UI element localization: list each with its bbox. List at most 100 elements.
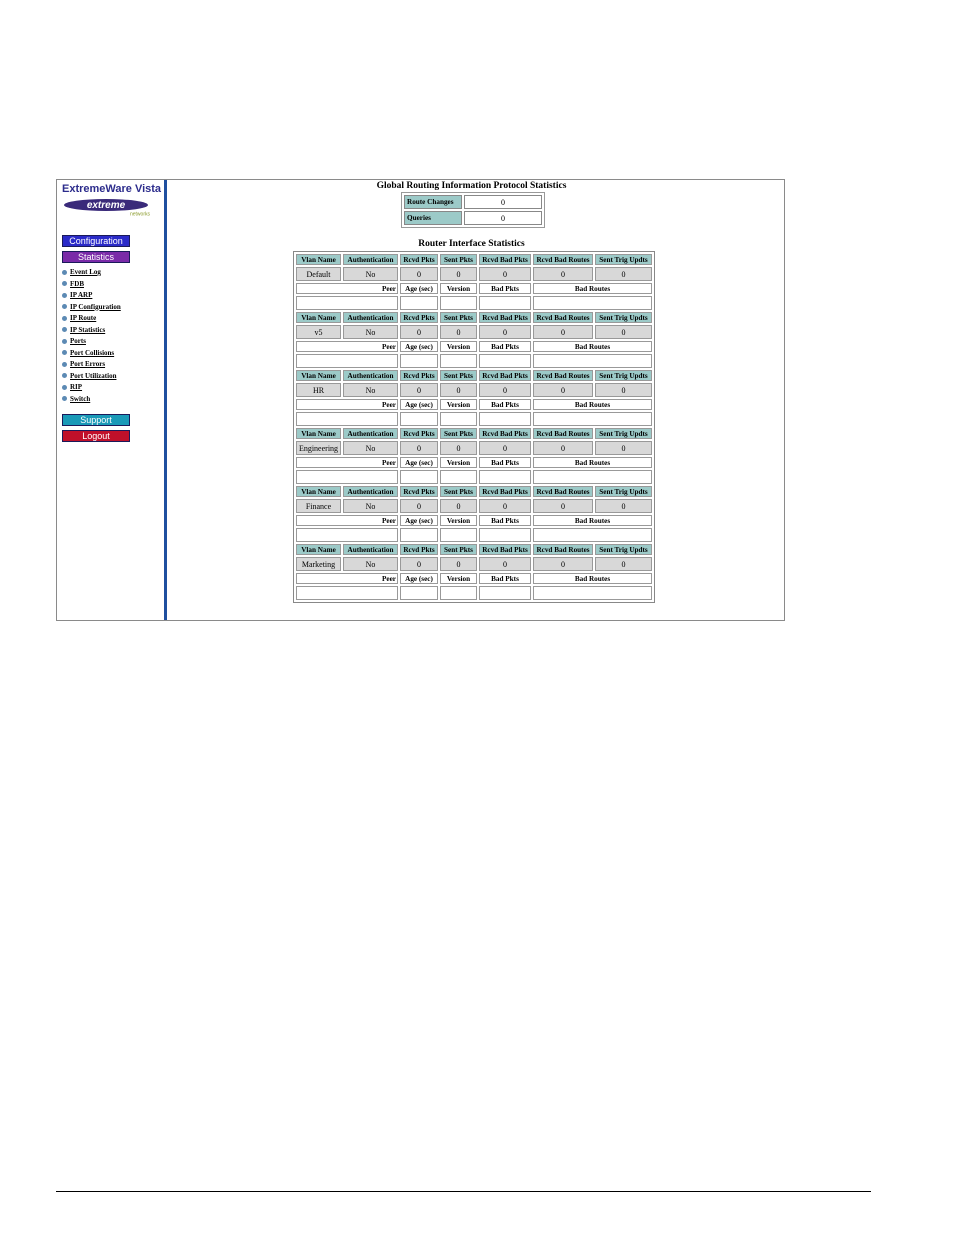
- logout-button[interactable]: Logout: [62, 430, 130, 442]
- peer-cell: [400, 354, 438, 368]
- nav-item-port-utilization[interactable]: Port Utilization: [62, 371, 121, 383]
- header-sent-trig-updts: Sent Trig Updts: [595, 254, 652, 265]
- peer-version-header: Version: [440, 341, 477, 352]
- nav-link[interactable]: Switch: [70, 395, 90, 403]
- bullet-icon: [62, 338, 67, 344]
- cell-trig: 0: [595, 267, 652, 281]
- nav-item-ip-route[interactable]: IP Route: [62, 313, 121, 325]
- nav-link[interactable]: IP Configuration: [70, 303, 121, 311]
- peer-cell: [440, 412, 477, 426]
- peer-cell: [296, 528, 398, 542]
- nav-item-fdb[interactable]: FDB: [62, 279, 121, 291]
- nav-item-ip-statistics[interactable]: IP Statistics: [62, 325, 121, 337]
- cell-rcvd: 0: [400, 267, 438, 281]
- peer-cell: [296, 412, 398, 426]
- bullet-icon: [62, 304, 67, 310]
- nav-link[interactable]: IP Route: [70, 314, 96, 322]
- peer-row: [296, 354, 652, 368]
- header-rcvd-bad-pkts: Rcvd Bad Pkts: [479, 370, 531, 381]
- cell-sent: 0: [440, 499, 477, 513]
- route-changes-label: Route Changes: [404, 195, 462, 209]
- cell-rcvd: 0: [400, 383, 438, 397]
- peer-cell: [479, 412, 531, 426]
- extreme-networks-logo: extreme networks: [64, 199, 150, 217]
- peer-bad-pkts-header: Bad Pkts: [479, 283, 531, 294]
- column-header-row: Vlan Name Authentication Rcvd Pkts Sent Pkt…: [296, 370, 652, 381]
- nav-link[interactable]: IP ARP: [70, 291, 92, 299]
- peer-cell: [400, 296, 438, 310]
- nav-link[interactable]: Port Errors: [70, 360, 105, 368]
- svg-text:extreme: extreme: [87, 200, 126, 211]
- peer-row: [296, 412, 652, 426]
- nav-item-ports[interactable]: Ports: [62, 336, 121, 348]
- nav-item-switch[interactable]: Switch: [62, 394, 121, 406]
- peer-bad-routes-header: Bad Routes: [533, 341, 652, 352]
- peer-cell: [440, 296, 477, 310]
- peer-cell: [440, 354, 477, 368]
- cell-bad-pkts: 0: [479, 499, 531, 513]
- nav-link[interactable]: FDB: [70, 280, 84, 288]
- peer-cell: [479, 470, 531, 484]
- cell-auth: No: [343, 499, 398, 513]
- peer-cell: [479, 528, 531, 542]
- peer-version-header: Version: [440, 457, 477, 468]
- peer-cell: [479, 586, 531, 600]
- column-header-row: Vlan Name Authentication Rcvd Pkts Sent Pkt…: [296, 312, 652, 323]
- header-sent-pkts: Sent Pkts: [440, 312, 477, 323]
- configuration-button[interactable]: Configuration: [62, 235, 130, 247]
- peer-age-header: Age (sec): [400, 283, 438, 294]
- header-rcvd-bad-routes: Rcvd Bad Routes: [533, 544, 593, 555]
- peer-age-header: Age (sec): [400, 573, 438, 584]
- peer-version-header: Version: [440, 573, 477, 584]
- peer-cell: [296, 586, 398, 600]
- support-button[interactable]: Support: [62, 414, 130, 426]
- nav-item-ip-arp[interactable]: IP ARP: [62, 290, 121, 302]
- cell-bad-pkts: 0: [479, 557, 531, 571]
- cell-sent: 0: [440, 267, 477, 281]
- cell-auth: No: [343, 325, 398, 339]
- nav-item-ip-configuration[interactable]: IP Configuration: [62, 302, 121, 314]
- cell-auth: No: [343, 441, 398, 455]
- nav-item-rip[interactable]: RIP: [62, 382, 121, 394]
- peer-age-header: Age (sec): [400, 341, 438, 352]
- peer-bad-pkts-header: Bad Pkts: [479, 515, 531, 526]
- peer-cell: [533, 412, 652, 426]
- bullet-icon: [62, 269, 67, 275]
- peer-header-row: Peer Age (sec) Version Bad Pkts Bad Routes: [296, 399, 652, 410]
- peer-bad-routes-header: Bad Routes: [533, 399, 652, 410]
- header-vlan-name: Vlan Name: [296, 254, 341, 265]
- nav-link[interactable]: IP Statistics: [70, 326, 105, 334]
- nav-link[interactable]: Port Utilization: [70, 372, 116, 380]
- cell-trig: 0: [595, 325, 652, 339]
- cell-trig: 0: [595, 499, 652, 513]
- nav-link[interactable]: Event Log: [70, 268, 101, 276]
- header-rcvd-bad-pkts: Rcvd Bad Pkts: [479, 312, 531, 323]
- peer-header: Peer: [296, 573, 398, 584]
- peer-bad-pkts-header: Bad Pkts: [479, 573, 531, 584]
- peer-header: Peer: [296, 341, 398, 352]
- bullet-icon: [62, 327, 67, 333]
- nav-link[interactable]: Ports: [70, 337, 86, 345]
- bullet-icon: [62, 350, 67, 356]
- nav-item-port-collisions[interactable]: Port Collisions: [62, 348, 121, 360]
- peer-cell: [400, 586, 438, 600]
- nav-link[interactable]: RIP: [70, 383, 82, 391]
- nav-item-event-log[interactable]: Event Log: [62, 267, 121, 279]
- header-authentication: Authentication: [343, 544, 398, 555]
- cell-trig: 0: [595, 441, 652, 455]
- cell-bad-pkts: 0: [479, 267, 531, 281]
- brand-title: ExtremeWare Vista: [62, 183, 162, 195]
- header-rcvd-bad-pkts: Rcvd Bad Pkts: [479, 428, 531, 439]
- statistics-button[interactable]: Statistics: [62, 251, 130, 263]
- global-stats-title: Global Routing Information Protocol Stat…: [376, 181, 567, 191]
- peer-cell: [479, 296, 531, 310]
- header-sent-pkts: Sent Pkts: [440, 370, 477, 381]
- cell-rcvd: 0: [400, 325, 438, 339]
- peer-age-header: Age (sec): [400, 457, 438, 468]
- main-content: Global Routing Information Protocol Stat…: [167, 180, 784, 620]
- header-sent-trig-updts: Sent Trig Updts: [595, 428, 652, 439]
- peer-cell: [440, 470, 477, 484]
- cell-name: HR: [296, 383, 341, 397]
- nav-link[interactable]: Port Collisions: [70, 349, 114, 357]
- nav-item-port-errors[interactable]: Port Errors: [62, 359, 121, 371]
